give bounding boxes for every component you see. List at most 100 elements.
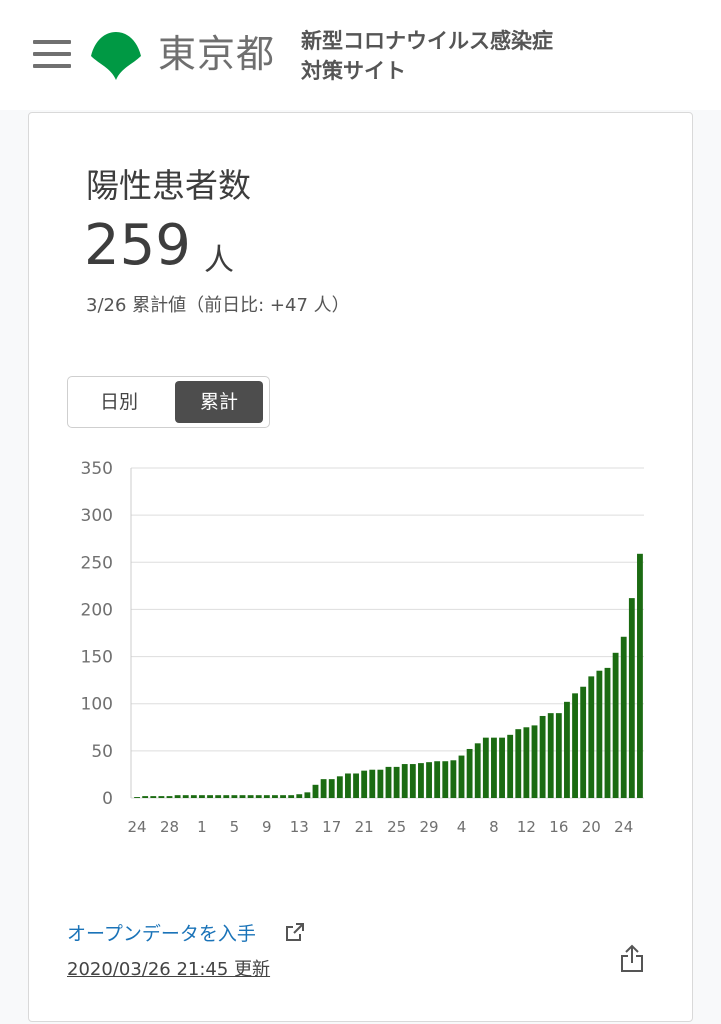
bar	[588, 676, 595, 798]
bar	[207, 795, 213, 798]
bar	[539, 715, 546, 798]
bar	[409, 764, 416, 798]
bar	[328, 779, 335, 798]
y-tick-label: 350	[81, 459, 113, 479]
bar	[466, 748, 473, 798]
bar	[580, 686, 587, 798]
bar	[320, 779, 327, 798]
x-tick-label: 24	[128, 818, 147, 836]
x-tick-label: 13	[290, 818, 309, 836]
bar	[361, 770, 368, 798]
bar	[442, 761, 449, 798]
bar	[215, 795, 222, 798]
site-title-line1: 新型コロナウイルス感染症	[301, 29, 553, 53]
share-icon[interactable]	[619, 943, 645, 973]
x-tick-label: 29	[420, 818, 439, 836]
open-data-link[interactable]: オープンデータを入手	[67, 919, 256, 946]
bar	[620, 636, 627, 798]
bar	[507, 734, 514, 798]
bar	[637, 553, 643, 798]
bar	[336, 776, 343, 798]
app-header: 東京都 新型コロナウイルス感染症 対策サイト	[0, 0, 721, 110]
bar	[604, 667, 611, 798]
x-tick-label: 8	[489, 818, 499, 836]
bar	[280, 795, 286, 798]
x-tick-label: 20	[582, 818, 601, 836]
bar	[572, 693, 578, 798]
bar	[547, 713, 554, 798]
bar	[393, 766, 400, 798]
daily-cumulative-toggle: 日別 累計	[67, 376, 270, 428]
org-name[interactable]: 東京都	[158, 30, 275, 78]
site-title-line2: 対策サイト	[301, 59, 406, 83]
bar	[255, 795, 262, 798]
bar	[223, 795, 230, 798]
x-tick-label: 5	[230, 818, 240, 836]
y-tick-label: 300	[81, 506, 113, 526]
x-tick-label: 25	[387, 818, 406, 836]
positive-cases-card: 陽性患者数 259 人 3/26 累計値（前日比: +47 人） 日別 累計 0…	[28, 112, 693, 1022]
bar	[231, 795, 238, 798]
count-unit: 人	[204, 243, 234, 278]
bar	[296, 794, 303, 798]
bar	[288, 795, 295, 798]
bar	[247, 795, 254, 798]
bar	[434, 761, 441, 798]
cumulative-cases-bar-chart: 0 50 100 150 200 250 300 350 24 28 1 5 9 13 17 21 25 29 4 8…	[81, 459, 644, 836]
bar	[182, 795, 189, 798]
bar	[345, 773, 351, 798]
external-link-icon[interactable]	[284, 921, 306, 943]
site-title: 新型コロナウイルス感染症 対策サイト	[301, 26, 553, 86]
bar	[385, 766, 392, 798]
toggle-daily-button[interactable]: 日別	[74, 381, 164, 423]
bar	[523, 727, 530, 798]
y-tick-label: 100	[81, 695, 113, 715]
bar	[564, 701, 570, 798]
toggle-cumulative-button[interactable]: 累計	[175, 381, 263, 423]
x-tick-label: 17	[322, 818, 341, 836]
bar	[491, 737, 497, 798]
bar	[596, 670, 603, 798]
bar	[515, 729, 522, 798]
x-tick-label: 9	[262, 818, 272, 836]
bar	[263, 795, 270, 798]
x-tick-label: 28	[160, 818, 179, 836]
x-tick-label: 21	[355, 818, 374, 836]
bar	[555, 713, 562, 798]
bar	[418, 763, 424, 798]
bar	[353, 773, 359, 798]
bar	[142, 796, 149, 798]
x-tick-label: 12	[517, 818, 536, 836]
bar	[158, 796, 165, 798]
x-tick-label: 24	[614, 818, 633, 836]
bar	[166, 796, 173, 798]
bar	[426, 762, 432, 798]
bar	[482, 737, 489, 798]
bar	[312, 784, 319, 798]
y-tick-label: 150	[81, 648, 113, 668]
total-count: 259	[84, 213, 191, 278]
bar	[401, 764, 408, 798]
x-tick-label: 1	[197, 818, 207, 836]
bar	[369, 769, 376, 798]
bar	[134, 797, 140, 798]
bar	[304, 792, 311, 798]
bar	[174, 795, 181, 798]
last-updated[interactable]: 2020/03/26 21:45 更新	[67, 955, 270, 981]
bar	[199, 795, 205, 798]
bar	[190, 795, 197, 798]
cumulative-sub-info: 3/26 累計値（前日比: +47 人）	[86, 295, 350, 316]
bar	[474, 743, 481, 798]
tokyo-ginkgo-logo-icon[interactable]	[89, 30, 143, 82]
y-tick-label: 0	[102, 789, 113, 809]
card-title: 陽性患者数	[86, 166, 251, 205]
bar	[377, 769, 384, 798]
hamburger-menu-icon[interactable]	[33, 40, 71, 68]
y-tick-label: 200	[81, 600, 113, 620]
bar	[612, 652, 619, 798]
bar	[628, 598, 635, 798]
bar	[499, 737, 505, 798]
bar	[458, 755, 465, 798]
y-tick-label: 50	[91, 742, 113, 762]
x-tick-label: 4	[457, 818, 467, 836]
